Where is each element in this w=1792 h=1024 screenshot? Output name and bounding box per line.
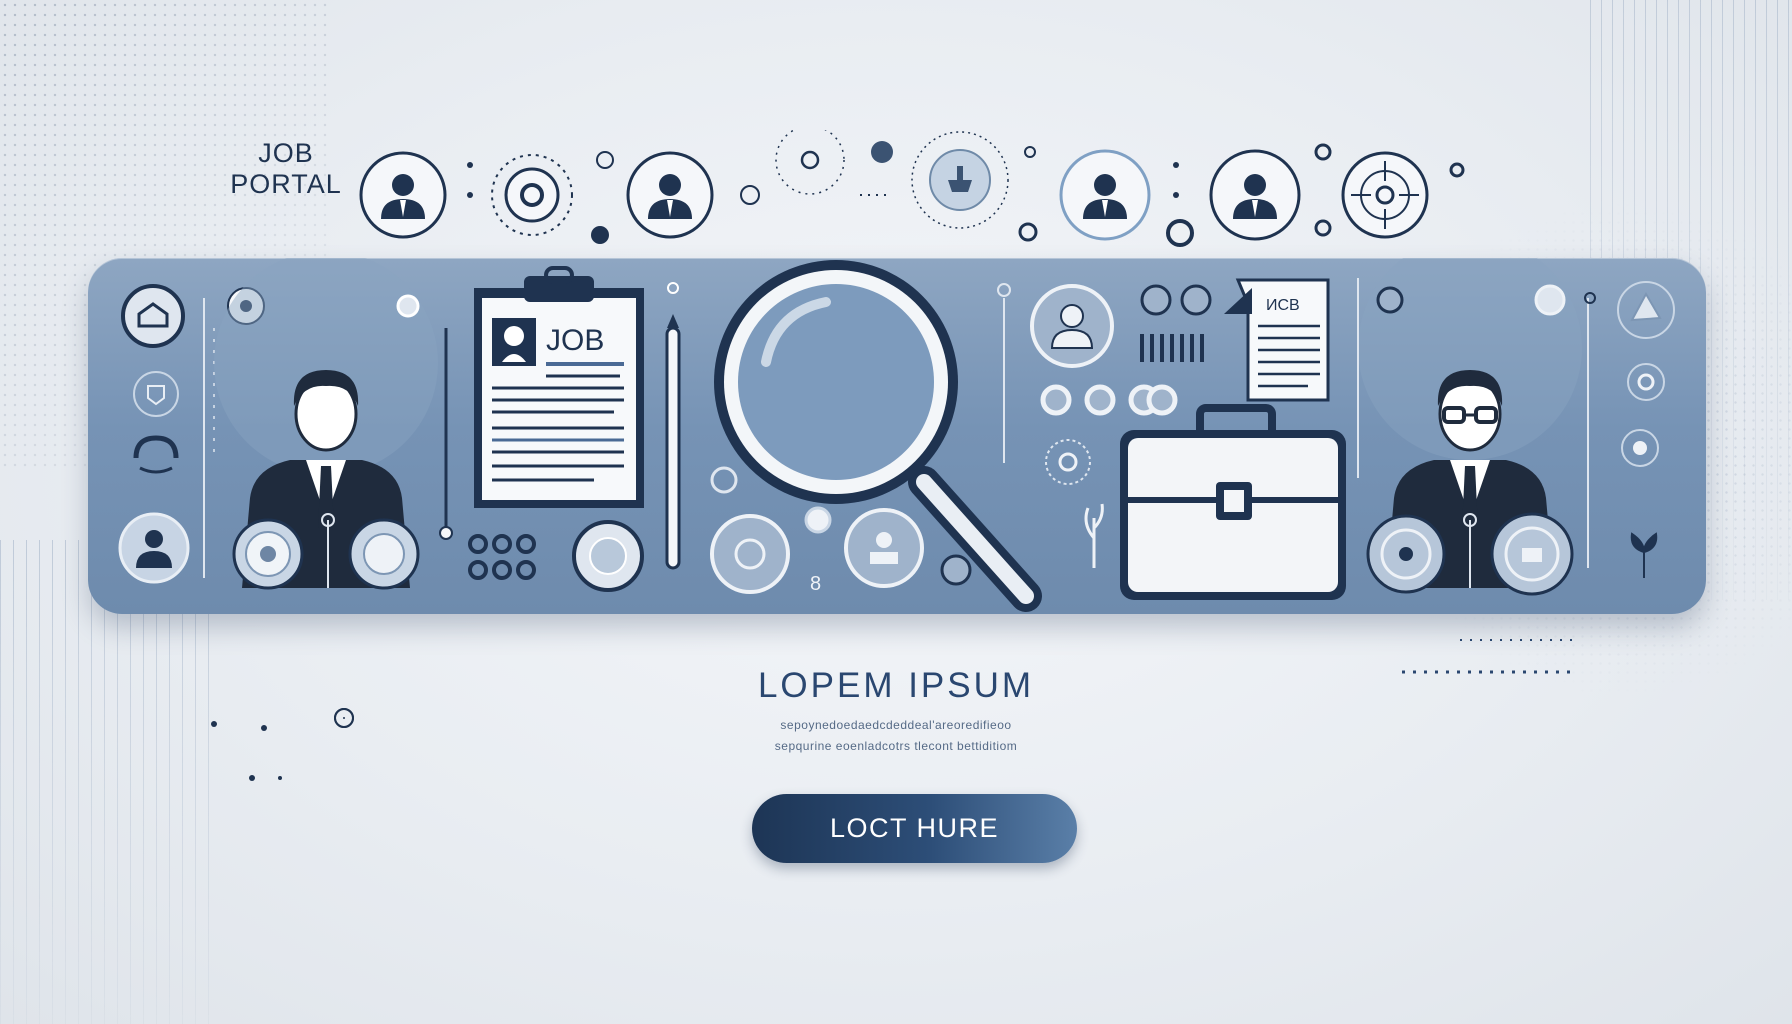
ring-row [1040, 384, 1178, 416]
cloud-icon [133, 435, 179, 474]
document-icon[interactable]: JOB [474, 266, 644, 508]
ring [1166, 219, 1194, 247]
ring [940, 554, 972, 586]
ring [396, 294, 420, 318]
chat-icon[interactable] [1490, 512, 1574, 596]
logo-line-1: JOB [258, 138, 314, 168]
top-icon-row [359, 130, 1465, 247]
bird-icon[interactable] [1617, 281, 1675, 339]
dot [871, 141, 893, 163]
ring [740, 185, 760, 205]
ring [1024, 146, 1036, 158]
banner-illustration: JOB 8 ИCB [118, 258, 1675, 612]
dot [467, 162, 473, 168]
ring [710, 466, 738, 494]
target-icon[interactable] [491, 154, 573, 236]
clipboard-label: JOB [546, 324, 604, 357]
person-icon[interactable] [118, 512, 190, 584]
ring-icon [1627, 363, 1665, 401]
ring [439, 526, 453, 540]
dashed-ring [775, 130, 845, 195]
person-icon[interactable] [1059, 149, 1151, 241]
ring [997, 283, 1011, 297]
logo-line-2: PORTAL [230, 169, 342, 199]
leaf-icon [1630, 532, 1658, 578]
dot-grid [468, 534, 536, 580]
briefcase-icon[interactable] [1120, 404, 1346, 600]
ring [1534, 284, 1566, 316]
barcode [1140, 334, 1204, 362]
decor-right [1402, 639, 1576, 674]
person-icon[interactable] [359, 151, 447, 239]
award-icon[interactable] [911, 131, 1009, 229]
person-icon[interactable] [626, 151, 714, 239]
ring [1449, 162, 1465, 178]
dot [591, 226, 609, 244]
hero-subline-2: sepqurine eoenladcotrs tlecont bettiditi… [774, 739, 1018, 753]
ring-icon [1621, 429, 1659, 467]
ring [1018, 222, 1038, 242]
shield-icon [133, 371, 179, 417]
lens-icon[interactable] [572, 520, 644, 592]
hero-headline: LOPEM IPSUM [757, 666, 1035, 705]
cta-button[interactable]: LOCT HURE [752, 794, 1077, 863]
dot [1173, 162, 1179, 168]
ring [1314, 219, 1332, 237]
dot [1173, 192, 1179, 198]
target-icon[interactable] [1341, 151, 1429, 239]
person-icon[interactable] [1209, 149, 1301, 241]
camera-icon[interactable] [710, 514, 790, 594]
person-icon[interactable] [1030, 284, 1114, 368]
ring [1140, 284, 1172, 316]
plant-icon [1084, 503, 1104, 568]
ring [1314, 143, 1332, 161]
ring [1376, 286, 1404, 314]
ring [804, 506, 832, 534]
document-icon[interactable]: ИCB [1224, 278, 1330, 402]
logo-text[interactable]: JOB PORTAL [222, 138, 350, 200]
fingerprint-icon[interactable] [232, 518, 304, 590]
shield-icon [1045, 439, 1091, 485]
ring [1584, 292, 1596, 304]
pen-icon [665, 314, 681, 570]
dot [467, 192, 473, 198]
person-icon[interactable] [844, 508, 924, 588]
ring [667, 282, 679, 294]
ring [596, 151, 614, 169]
building-icon[interactable] [121, 284, 185, 348]
glyph: 8 [810, 573, 821, 595]
ring [1180, 284, 1212, 316]
globe-icon[interactable] [348, 518, 420, 590]
hero-subline-1: sepoynedoedaedcdeddeal'areoredifieoo [780, 718, 1012, 732]
target-icon[interactable] [1366, 514, 1446, 594]
document-label: ИCB [1266, 297, 1300, 314]
decor-left [211, 708, 354, 781]
